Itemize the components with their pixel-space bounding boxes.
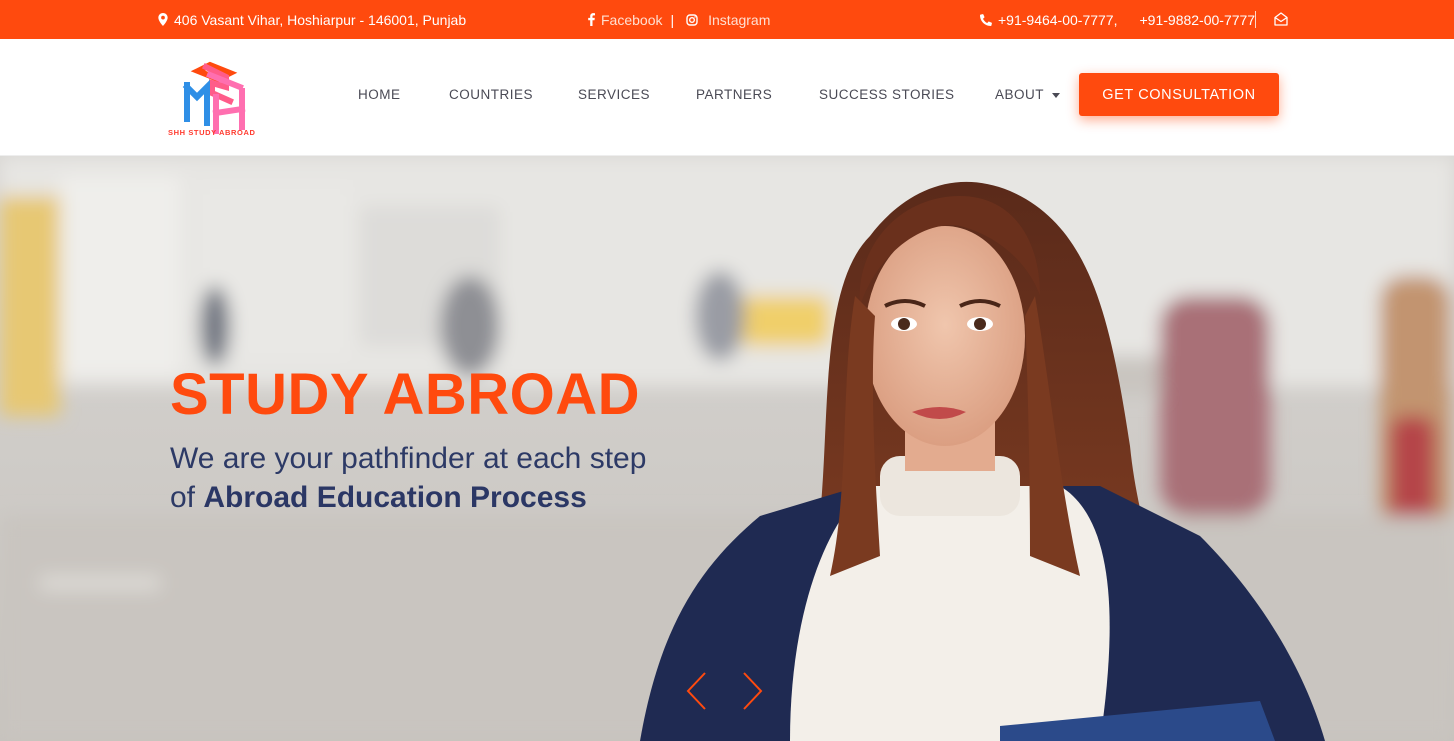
site-header: SHH STUDY ABROAD HOME COUNTRIES SERVICES…	[0, 39, 1454, 156]
chevron-left-icon[interactable]	[685, 671, 707, 711]
nav-home[interactable]: HOME	[358, 87, 401, 102]
facebook-icon[interactable]	[588, 13, 595, 26]
hero-subtitle-line1: We are your pathfinder at each step	[170, 442, 647, 475]
top-info-bar: 406 Vasant Vihar, Hoshiarpur - 146001, P…	[0, 0, 1454, 39]
instagram-link[interactable]: Instagram	[708, 12, 770, 28]
envelope-icon[interactable]	[1274, 12, 1288, 26]
nav-about[interactable]: ABOUT	[995, 87, 1061, 102]
phone-icon	[980, 13, 992, 26]
nav-success-stories[interactable]: SUCCESS STORIES	[819, 87, 955, 102]
divider	[1255, 11, 1256, 28]
nav-about-label: ABOUT	[995, 87, 1045, 102]
social-links: Facebook | Instagram	[588, 0, 770, 39]
caret-down-icon	[1052, 92, 1061, 98]
nav-partners[interactable]: PARTNERS	[696, 87, 772, 102]
brand-name: SHH STUDY ABROAD	[168, 128, 256, 137]
nav-services[interactable]: SERVICES	[578, 87, 650, 102]
facebook-link[interactable]: Facebook	[601, 12, 662, 28]
hero-subtitle-prefix: of	[170, 481, 204, 514]
instagram-icon[interactable]	[686, 13, 698, 26]
address-text: 406 Vasant Vihar, Hoshiarpur - 146001, P…	[174, 11, 467, 28]
hero-slider: STUDY ABROAD We are your pathfinder at e…	[0, 156, 1454, 741]
address: 406 Vasant Vihar, Hoshiarpur - 146001, P…	[158, 0, 466, 39]
hero-subtitle-bold: Abroad Education Process	[203, 481, 587, 514]
hero-title: STUDY ABROAD	[170, 362, 641, 427]
social-separator: |	[670, 11, 675, 28]
phone-numbers: +91-9464-00-7777, +91-9882-00-7777	[980, 0, 1255, 39]
map-marker-icon	[158, 13, 168, 26]
hero-subtitle: We are your pathfinder at each step of A…	[170, 439, 646, 517]
brand-logo[interactable]	[168, 57, 264, 139]
phone-2[interactable]: +91-9882-00-7777	[1140, 12, 1256, 28]
get-consultation-button[interactable]: GET CONSULTATION	[1079, 73, 1279, 116]
nav-countries[interactable]: COUNTRIES	[449, 87, 533, 102]
phone-1[interactable]: +91-9464-00-7777,	[998, 12, 1118, 28]
chevron-right-icon[interactable]	[742, 671, 764, 711]
